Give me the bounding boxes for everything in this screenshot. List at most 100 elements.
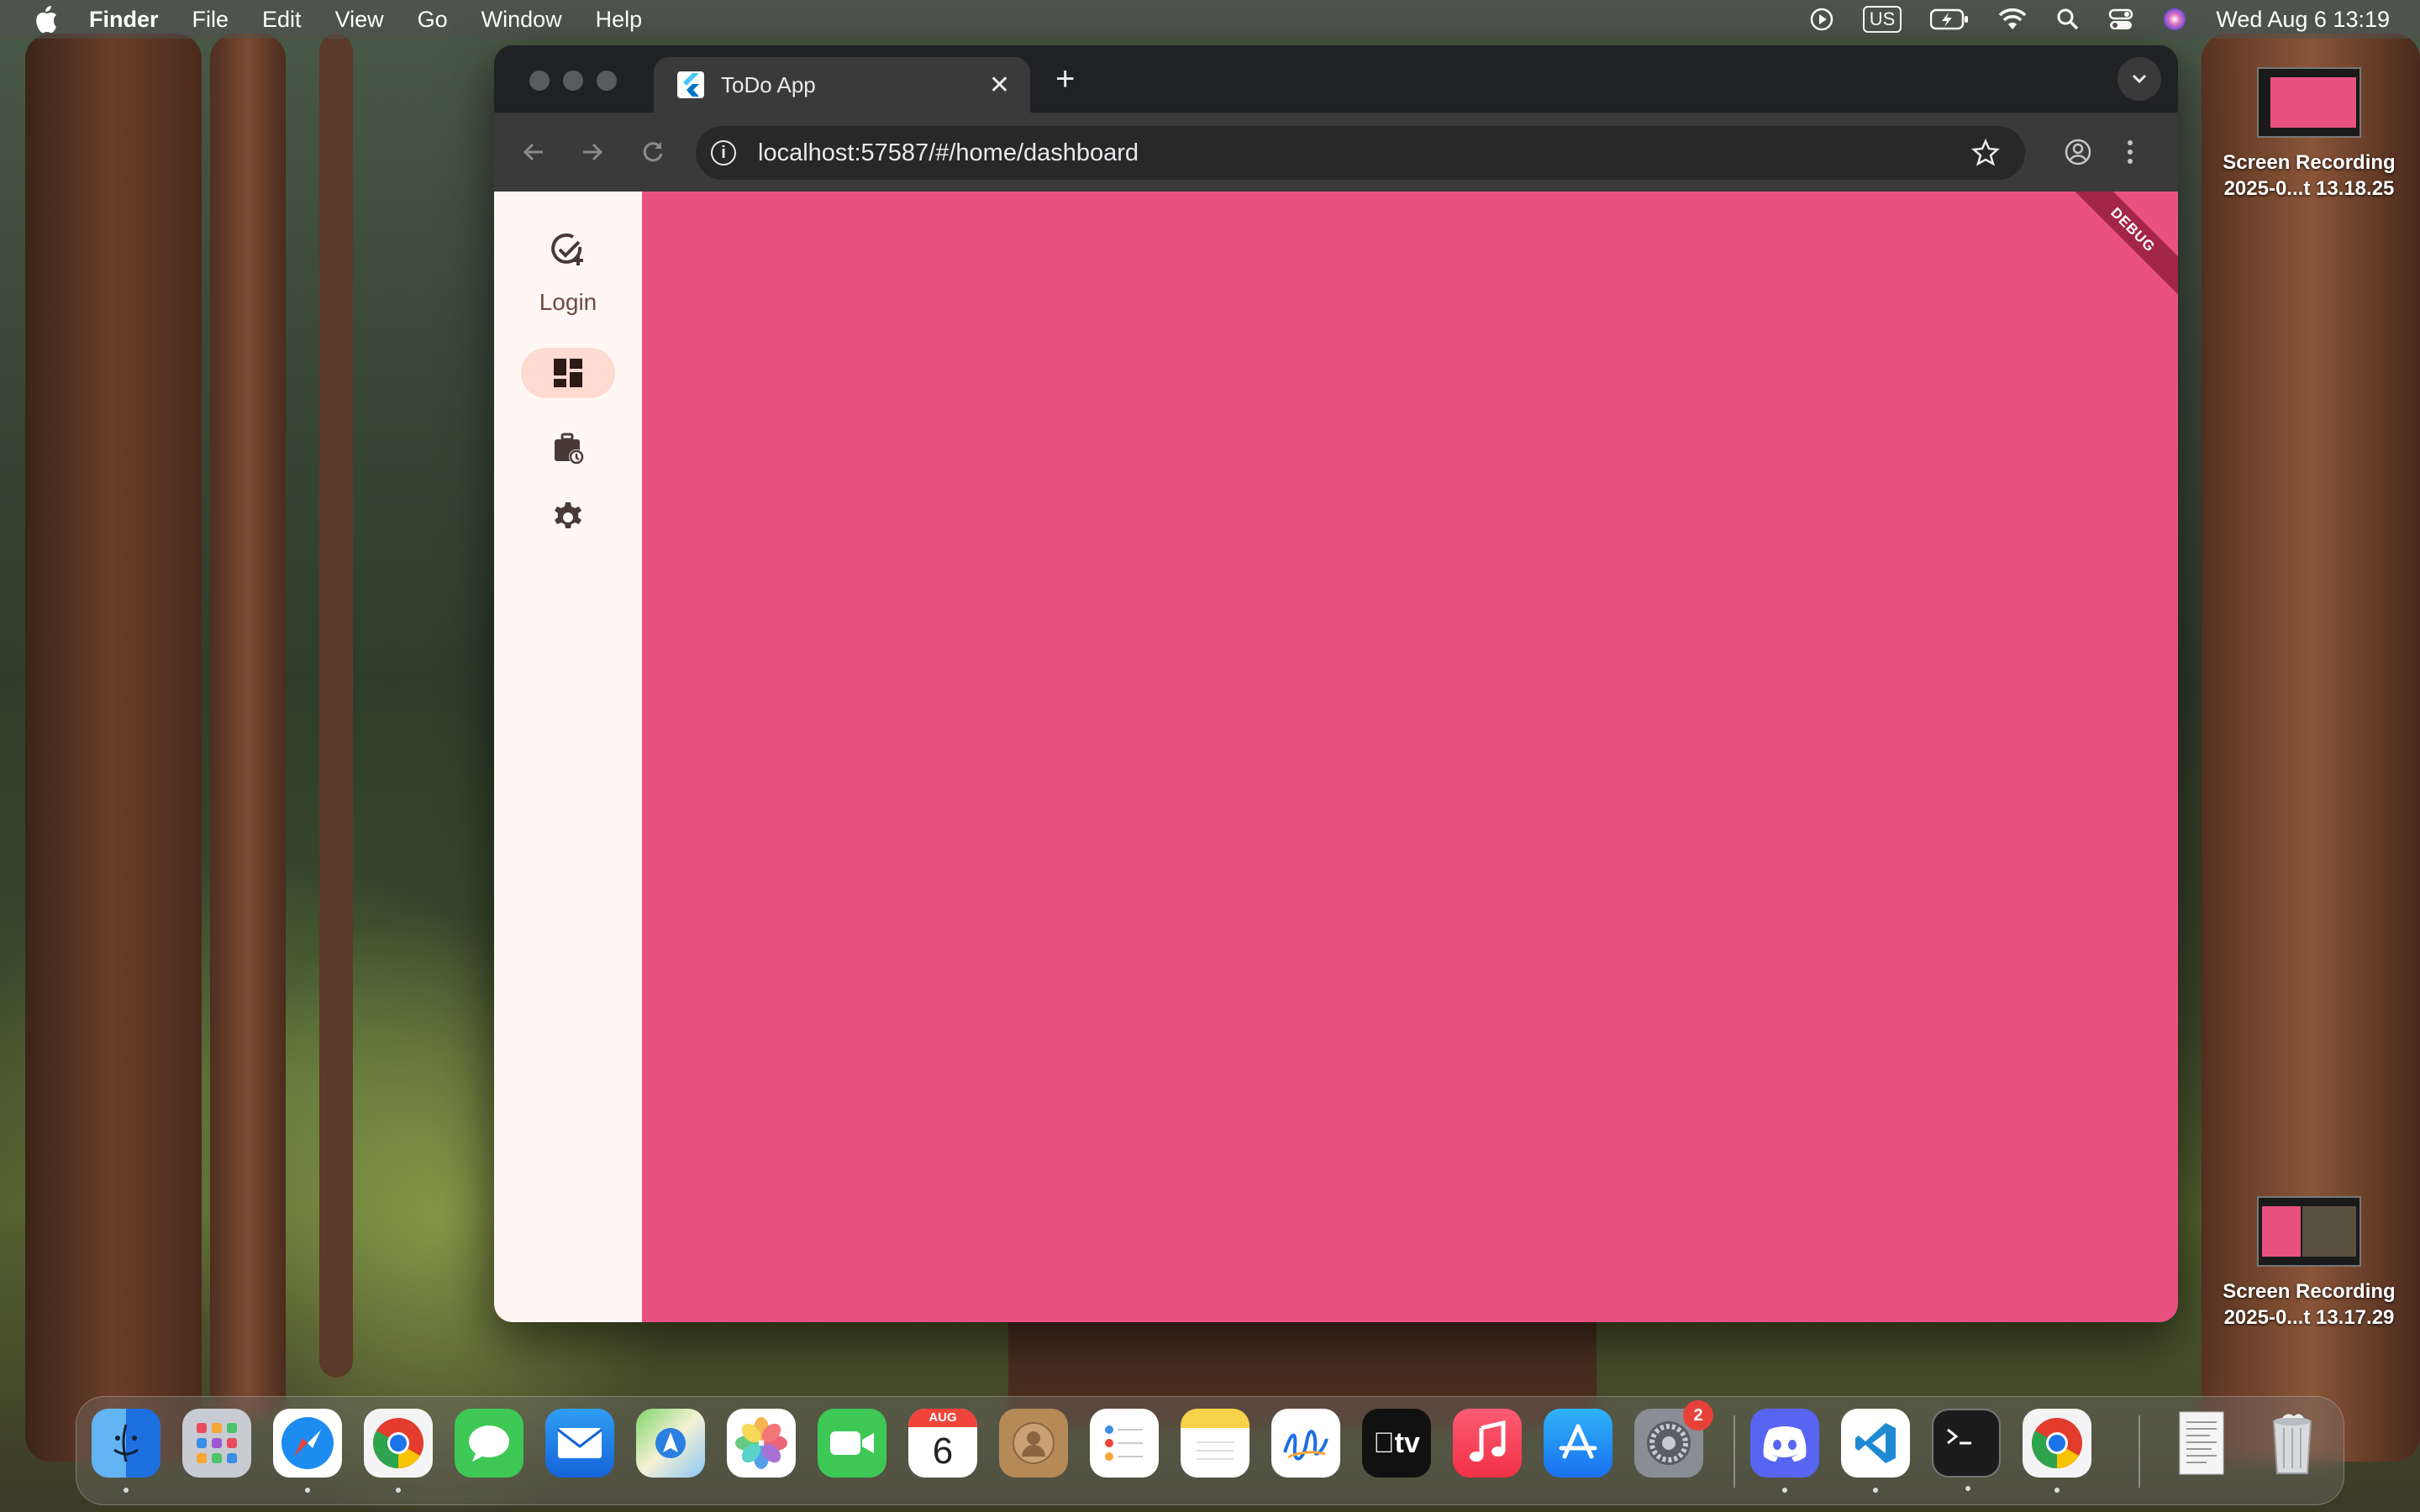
dock-separator [1733,1415,1735,1488]
running-indicator [1782,1488,1787,1493]
dock-messages[interactable] [455,1409,523,1478]
reminders-list-icon [1105,1425,1143,1461]
bookmark-star-icon[interactable] [1971,139,2000,167]
pending-actions-icon [555,433,584,465]
close-window-button[interactable] [529,71,550,91]
dock-calendar[interactable]: AUG 6 [908,1409,977,1478]
tree-trunk [210,34,286,1420]
tab-todo-app[interactable]: ToDo App ✕ [654,57,1030,113]
dock-reminders[interactable] [1090,1409,1159,1478]
safari-compass-icon [281,1417,334,1469]
wifi-icon[interactable] [1997,8,2028,31]
dock-music[interactable] [1453,1409,1522,1478]
screen-recording-icon[interactable] [1809,7,1834,32]
menu-help[interactable]: Help [596,7,643,33]
close-tab-icon[interactable]: ✕ [989,71,1010,100]
zoom-window-button[interactable] [597,71,617,91]
minimize-window-button[interactable] [563,71,583,91]
profile-button[interactable] [2057,131,2099,173]
url-text[interactable]: localhost:57587/#/home/dashboard [758,139,1971,167]
chrome-icon [372,1418,424,1468]
rail-item-dashboard[interactable] [521,348,615,398]
menu-app-name[interactable]: Finder [89,7,159,33]
dock-system-settings[interactable]: 2 [1634,1400,1713,1478]
music-note-icon [1470,1420,1506,1462]
running-indicator [396,1488,401,1493]
debug-banner: DEBUG [2057,192,2178,306]
dock-safari[interactable] [273,1409,342,1493]
rail-item-settings[interactable] [521,492,615,543]
menu-view[interactable]: View [335,7,384,33]
tab-search-button[interactable] [2118,57,2161,101]
dashboard-icon [554,359,582,387]
dock-apple-tv[interactable]: tv [1362,1409,1431,1478]
new-tab-button[interactable]: + [1055,60,1075,98]
maps-arrow-icon [655,1428,686,1458]
login-label[interactable]: Login [539,289,597,316]
menu-clock[interactable]: Wed Aug 6 13:19 [2216,7,2390,33]
freeform-squiggle-icon [1283,1430,1328,1461]
browser-toolbar: i localhost:57587/#/home/dashboard [494,113,2178,192]
input-source-badge[interactable]: US [1862,6,1902,33]
add-task-icon[interactable] [548,230,588,270]
chevron-down-icon [2132,74,2147,84]
dock-finder[interactable] [92,1409,160,1493]
dock-app-store[interactable] [1544,1409,1612,1478]
trash-can-icon [2272,1414,2312,1474]
menu-file[interactable]: File [192,7,229,33]
browser-window: ToDo App ✕ + i localhost:57587/#/home/da… [494,45,2178,1322]
vscode-icon [1855,1423,1896,1463]
dock-maps[interactable] [636,1409,705,1478]
calendar-day: 6 [932,1431,954,1472]
dock-trash[interactable] [2258,1409,2327,1478]
chrome-icon [2031,1418,2082,1468]
mail-envelope-icon [557,1428,602,1458]
finder-icon [113,1424,139,1462]
dock-launchpad[interactable] [182,1409,251,1478]
arrow-right-icon [583,143,603,161]
tab-strip: ToDo App ✕ + [494,45,2178,113]
browser-menu-button[interactable] [2109,131,2151,173]
running-indicator [2054,1488,2060,1493]
dock-freeform[interactable] [1271,1409,1340,1478]
battery-icon[interactable] [1930,8,1969,30]
dock-facetime[interactable] [818,1409,886,1478]
dock-mail[interactable] [545,1409,614,1478]
spotlight-search-icon[interactable] [2056,8,2080,31]
reload-button[interactable] [632,131,674,173]
control-center-icon[interactable] [2108,8,2133,31]
apple-icon[interactable] [32,4,59,34]
messages-bubble-icon [469,1425,509,1462]
file-name-line2: 2025-0...t 13.18.25 [2223,177,2395,200]
reload-icon [643,142,663,162]
menu-window[interactable]: Window [481,7,562,33]
rail-item-pending[interactable] [521,423,615,474]
dock-terminal[interactable] [1932,1409,2001,1491]
back-button[interactable] [513,131,555,173]
calendar-month: AUG [908,1409,977,1427]
desktop-file-recording-2[interactable]: Screen Recording 2025-0...t 13.17.29 [2208,1196,2410,1331]
menu-edit[interactable]: Edit [262,7,302,33]
settings-gear-icon [555,502,581,528]
desktop-file-recording-1[interactable]: Screen Recording 2025-0...t 13.18.25 [2208,67,2410,202]
notes-lines-icon [1197,1441,1234,1460]
forward-button[interactable] [571,131,613,173]
file-name-line2: 2025-0...t 13.17.29 [2223,1306,2395,1329]
running-indicator [1873,1488,1878,1493]
siri-icon[interactable] [2162,7,2187,32]
file-thumbnail [2257,1196,2361,1267]
dock-contacts[interactable] [999,1409,1068,1478]
dock-photos[interactable] [727,1409,796,1478]
dock-separator [2139,1415,2140,1488]
dock-documents-stack[interactable] [2167,1409,2236,1478]
dock-vscode[interactable] [1841,1409,1910,1493]
address-bar[interactable]: i localhost:57587/#/home/dashboard [696,126,2025,180]
contacts-person-icon [1013,1422,1055,1464]
menu-go[interactable]: Go [418,7,448,33]
dock-chrome[interactable] [364,1409,433,1493]
app-store-icon [1559,1424,1597,1459]
dock-notes[interactable] [1181,1409,1249,1478]
site-info-icon[interactable]: i [711,140,736,165]
dock-chrome-2[interactable] [2023,1409,2091,1493]
dock-discord[interactable] [1750,1409,1819,1493]
